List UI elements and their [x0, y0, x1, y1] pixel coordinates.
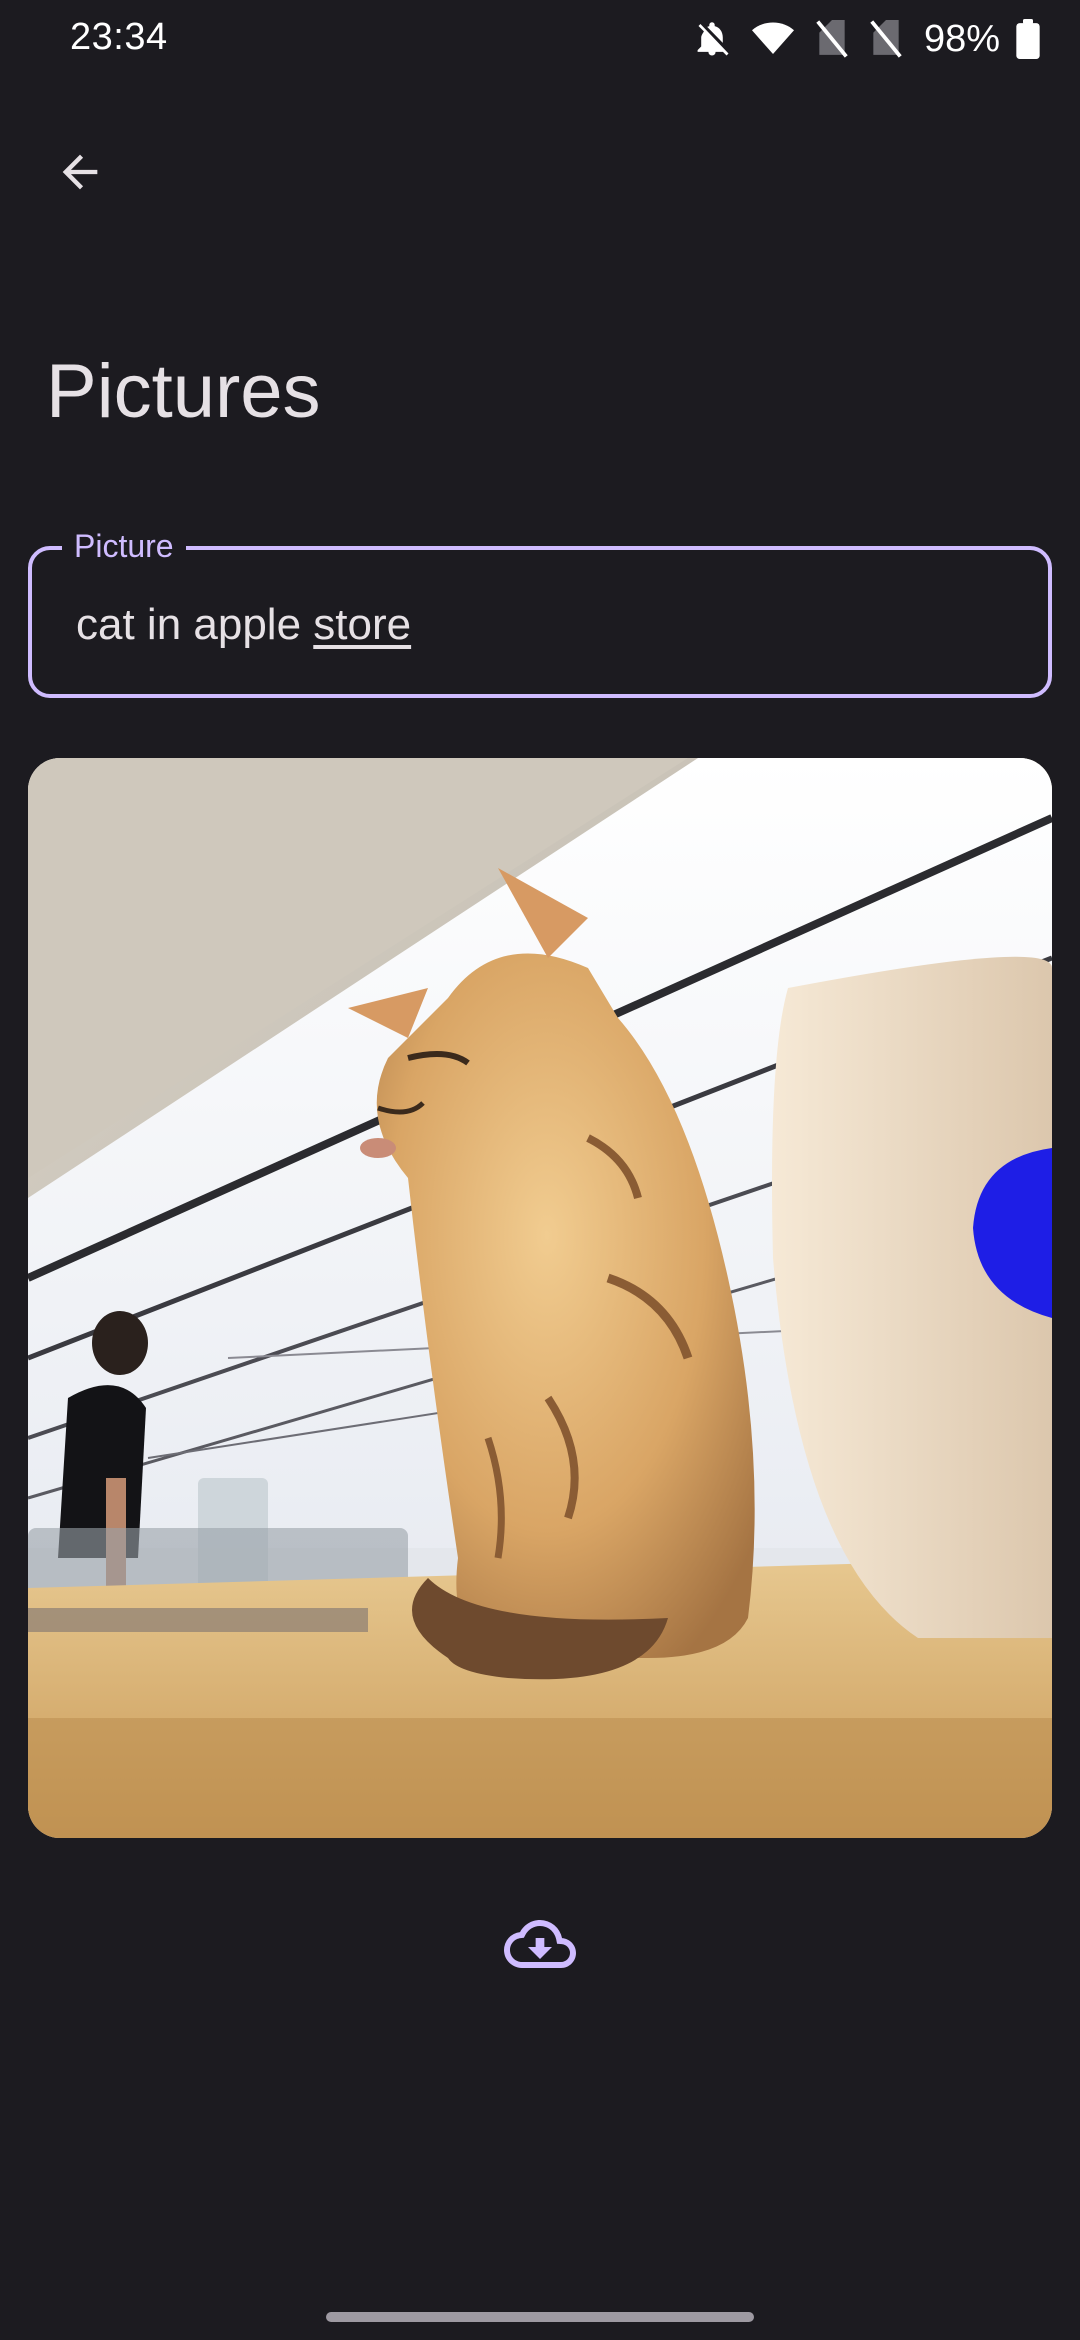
- back-button[interactable]: [36, 130, 124, 218]
- picture-input-composing-text: store: [313, 600, 412, 649]
- no-sim-icon: [816, 20, 848, 58]
- picture-field-label: Picture: [62, 524, 186, 568]
- status-time: 23:34: [70, 16, 168, 58]
- download-button[interactable]: [500, 1906, 580, 1986]
- status-bar: 23:34 98%: [0, 0, 1080, 80]
- generated-picture: [28, 758, 1052, 1838]
- home-indicator[interactable]: [326, 2312, 754, 2322]
- wifi-icon: [751, 21, 794, 57]
- cloud-download-icon: [504, 1908, 576, 1985]
- picture-input[interactable]: cat in apple store: [76, 600, 411, 650]
- page-title: Pictures: [46, 349, 321, 434]
- no-sim-icon: [870, 20, 902, 58]
- battery-icon: [1016, 19, 1040, 59]
- status-icons: 98%: [694, 14, 1040, 64]
- arrow-back-icon: [54, 146, 106, 203]
- battery-percent: 98%: [923, 17, 1000, 60]
- picture-input-text: cat in apple: [76, 600, 314, 649]
- bell-off-icon: [694, 19, 730, 59]
- picture-text-field[interactable]: Picture cat in apple store: [28, 524, 1052, 698]
